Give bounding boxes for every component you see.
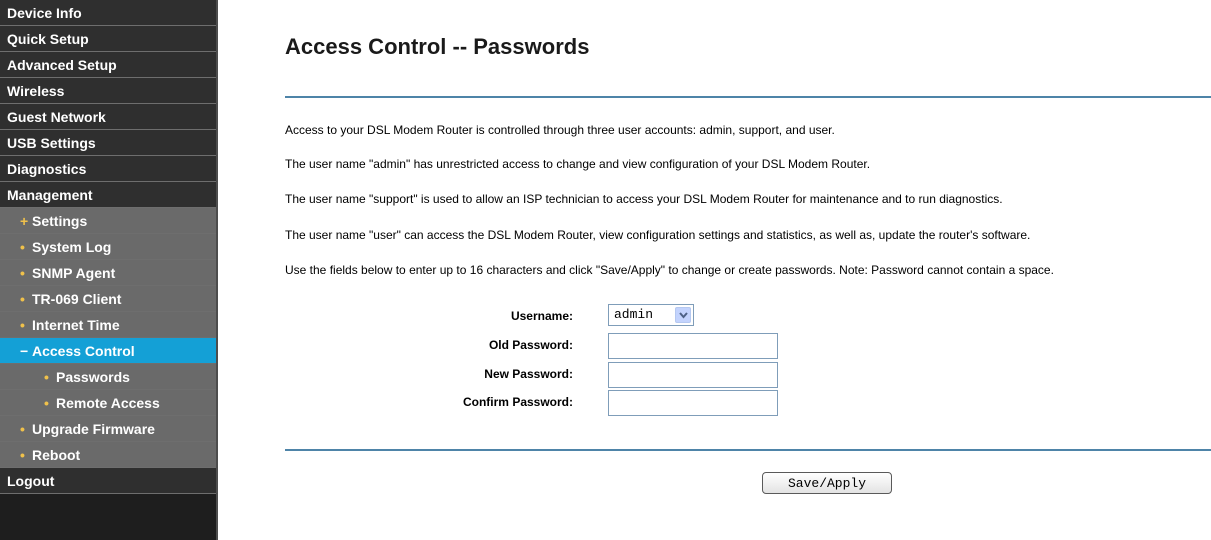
expand-bullet-icon: + <box>20 213 29 229</box>
router-admin-page: Device Info Quick Setup Advanced Setup W… <box>0 0 1211 540</box>
sidebar-item-label: Reboot <box>32 447 81 463</box>
page-title: Access Control -- Passwords <box>285 34 590 59</box>
top-divider <box>285 96 1211 98</box>
description-text: The user name "user" can access the DSL … <box>285 228 1031 242</box>
sidebar-item-access-control[interactable]: − Access Control <box>0 338 216 364</box>
sidebar-item-diagnostics[interactable]: Diagnostics <box>0 156 216 182</box>
sidebar-item-label: Management <box>7 187 93 203</box>
old-password-field[interactable] <box>608 333 778 359</box>
sidebar-item-device-info[interactable]: Device Info <box>0 0 216 26</box>
sidebar-item-label: TR-069 Client <box>32 291 122 307</box>
sidebar-item-label: Logout <box>7 473 55 489</box>
confirm-password-row: Confirm Password: <box>378 390 798 416</box>
bullet-icon: • <box>20 291 25 307</box>
sidebar-item-tr069-client[interactable]: • TR-069 Client <box>0 286 216 312</box>
bullet-icon: • <box>44 369 49 385</box>
main-content: Access Control -- Passwords Access to yo… <box>218 0 1211 540</box>
sidebar-item-label: Access Control <box>32 343 135 359</box>
sidebar-item-upgrade-firmware[interactable]: • Upgrade Firmware <box>0 416 216 442</box>
sidebar-item-label: Passwords <box>56 369 130 385</box>
bullet-icon: • <box>20 265 25 281</box>
description-text: Use the fields below to enter up to 16 c… <box>285 263 1054 277</box>
sidebar-item-label: System Log <box>32 239 112 255</box>
collapse-bullet-icon: − <box>20 343 29 359</box>
sidebar-item-management[interactable]: Management <box>0 182 216 208</box>
sidebar-item-label: Remote Access <box>56 395 160 411</box>
sidebar-item-label: Upgrade Firmware <box>32 421 155 437</box>
sidebar-item-label: USB Settings <box>7 135 96 151</box>
sidebar-item-label: Internet Time <box>32 317 120 333</box>
sidebar-item-label: Wireless <box>7 83 65 99</box>
sidebar-item-label: Guest Network <box>7 109 106 125</box>
bullet-icon: • <box>20 317 25 333</box>
sidebar-item-internet-time[interactable]: • Internet Time <box>0 312 216 338</box>
save-apply-button[interactable]: Save/Apply <box>762 472 892 494</box>
confirm-password-label: Confirm Password: <box>462 395 573 409</box>
username-label: Username: <box>510 309 573 323</box>
sidebar-item-logout[interactable]: Logout <box>0 468 216 494</box>
old-password-label: Old Password: <box>488 338 573 352</box>
new-password-row: New Password: <box>378 362 798 388</box>
description-text: The user name "support" is used to allow… <box>285 192 1003 206</box>
sidebar-item-label: Diagnostics <box>7 161 87 177</box>
bullet-icon: • <box>20 447 25 463</box>
bullet-icon: • <box>44 395 49 411</box>
chevron-down-icon[interactable] <box>675 307 691 323</box>
sidebar-item-label: Quick Setup <box>7 31 89 47</box>
sidebar-item-passwords[interactable]: • Passwords <box>0 364 216 390</box>
sidebar-item-system-log[interactable]: • System Log <box>0 234 216 260</box>
sidebar-item-wireless[interactable]: Wireless <box>0 78 216 104</box>
old-password-row: Old Password: <box>378 333 798 359</box>
sidebar-item-label: Advanced Setup <box>7 57 117 73</box>
new-password-field[interactable] <box>608 362 778 388</box>
sidebar-menu: Device Info Quick Setup Advanced Setup W… <box>0 0 216 494</box>
username-selected-value: admin <box>614 307 654 322</box>
username-row: Username: admin <box>378 304 798 330</box>
sidebar-item-reboot[interactable]: • Reboot <box>0 442 216 468</box>
sidebar-item-settings[interactable]: + Settings <box>0 208 216 234</box>
sidebar-item-usb-settings[interactable]: USB Settings <box>0 130 216 156</box>
sidebar-item-snmp-agent[interactable]: • SNMP Agent <box>0 260 216 286</box>
bullet-icon: • <box>20 421 25 437</box>
sidebar-item-remote-access[interactable]: • Remote Access <box>0 390 216 416</box>
description-text: The user name "admin" has unrestricted a… <box>285 157 871 171</box>
sidebar-item-guest-network[interactable]: Guest Network <box>0 104 216 130</box>
description-text: Access to your DSL Modem Router is contr… <box>285 123 835 137</box>
bottom-divider <box>285 449 1211 451</box>
username-select[interactable]: admin <box>608 304 694 326</box>
sidebar-item-label: Device Info <box>7 5 82 21</box>
bullet-icon: • <box>20 239 25 255</box>
new-password-label: New Password: <box>484 367 573 381</box>
sidebar-item-label: SNMP Agent <box>32 265 116 281</box>
sidebar-nav: Device Info Quick Setup Advanced Setup W… <box>0 0 216 540</box>
sidebar-item-quick-setup[interactable]: Quick Setup <box>0 26 216 52</box>
confirm-password-field[interactable] <box>608 390 778 416</box>
sidebar-item-advanced-setup[interactable]: Advanced Setup <box>0 52 216 78</box>
sidebar-item-label: Settings <box>32 213 88 229</box>
